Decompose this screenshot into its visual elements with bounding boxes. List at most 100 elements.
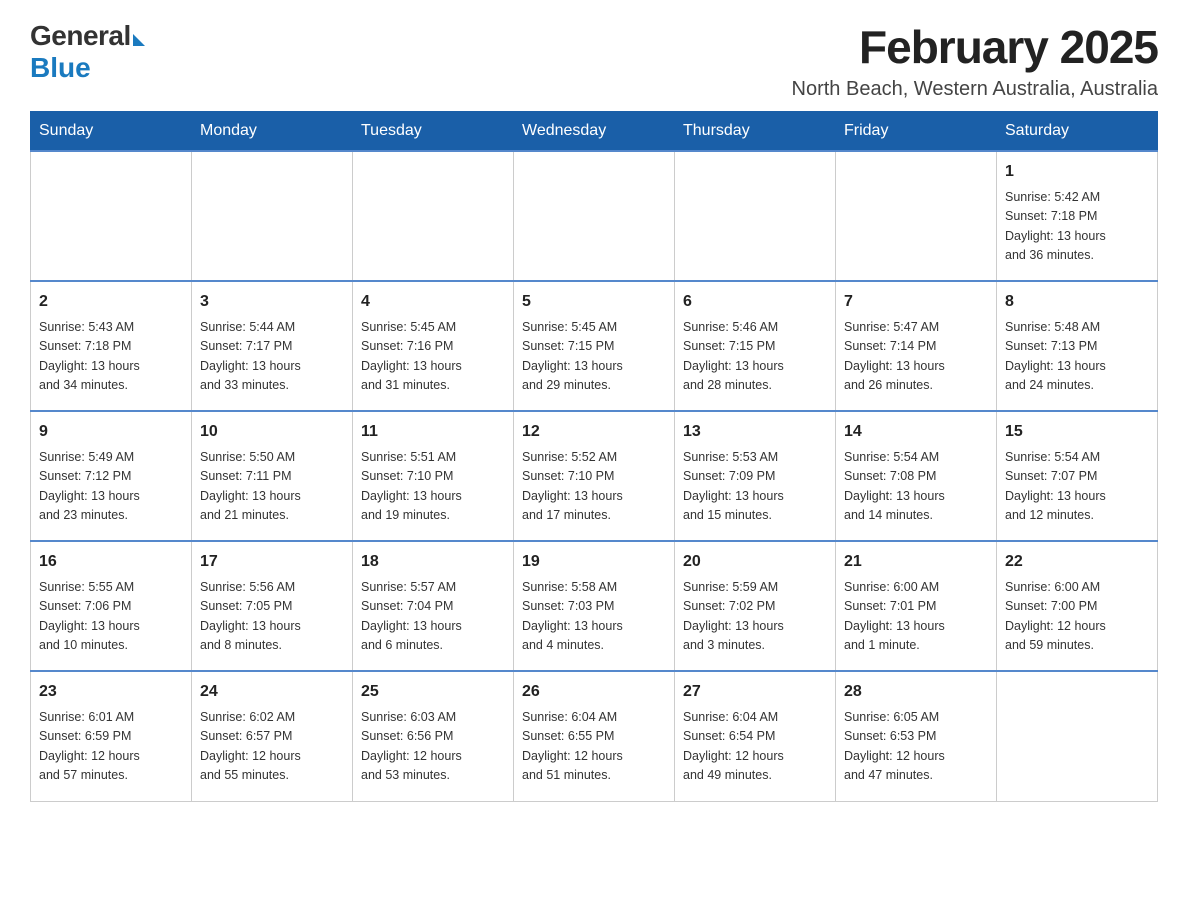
- day-info: Sunrise: 5:57 AM Sunset: 7:04 PM Dayligh…: [361, 578, 505, 656]
- day-number: 7: [844, 290, 988, 314]
- calendar-week-row: 1 Sunrise: 5:42 AM Sunset: 7:18 PM Daylig…: [31, 151, 1158, 281]
- day-number: 24: [200, 680, 344, 704]
- calendar-day-cell: 13 Sunrise: 5:53 AM Sunset: 7:09 PM Dayli…: [675, 411, 836, 541]
- calendar-day-cell: [997, 671, 1158, 801]
- day-info: Sunrise: 5:52 AM Sunset: 7:10 PM Dayligh…: [522, 448, 666, 526]
- day-number: 19: [522, 550, 666, 574]
- calendar-week-row: 9Sunrise: 5:49 AM Sunset: 7:12 PM Daylig…: [31, 411, 1158, 541]
- calendar-day-cell: 5 Sunrise: 5:45 AM Sunset: 7:15 PM Daylig…: [514, 281, 675, 411]
- calendar-week-row: 16 Sunrise: 5:55 AM Sunset: 7:06 PM Dayli…: [31, 541, 1158, 671]
- day-number: 1: [1005, 160, 1149, 184]
- calendar-day-cell: 9Sunrise: 5:49 AM Sunset: 7:12 PM Daylig…: [31, 411, 192, 541]
- calendar-day-cell: 28 Sunrise: 6:05 AM Sunset: 6:53 PM Dayli…: [836, 671, 997, 801]
- calendar-day-cell: 21 Sunrise: 6:00 AM Sunset: 7:01 PM Dayli…: [836, 541, 997, 671]
- day-info: Sunrise: 5:44 AM Sunset: 7:17 PM Dayligh…: [200, 318, 344, 396]
- day-number: 5: [522, 290, 666, 314]
- day-info: Sunrise: 6:04 AM Sunset: 6:55 PM Dayligh…: [522, 708, 666, 786]
- calendar-header-row: SundayMondayTuesdayWednesdayThursdayFrid…: [31, 112, 1158, 152]
- day-info: Sunrise: 5:48 AM Sunset: 7:13 PM Dayligh…: [1005, 318, 1149, 396]
- day-info: Sunrise: 6:00 AM Sunset: 7:01 PM Dayligh…: [844, 578, 988, 656]
- day-info: Sunrise: 5:51 AM Sunset: 7:10 PM Dayligh…: [361, 448, 505, 526]
- day-info: Sunrise: 5:43 AM Sunset: 7:18 PM Dayligh…: [39, 318, 183, 396]
- day-number: 15: [1005, 420, 1149, 444]
- logo-blue-text: Blue: [30, 52, 91, 84]
- day-number: 13: [683, 420, 827, 444]
- day-of-week-header: Sunday: [31, 112, 192, 152]
- calendar-day-cell: 6 Sunrise: 5:46 AM Sunset: 7:15 PM Daylig…: [675, 281, 836, 411]
- day-number: 22: [1005, 550, 1149, 574]
- day-number: 27: [683, 680, 827, 704]
- calendar-table: SundayMondayTuesdayWednesdayThursdayFrid…: [30, 111, 1158, 802]
- day-info: Sunrise: 5:54 AM Sunset: 7:07 PM Dayligh…: [1005, 448, 1149, 526]
- day-info: Sunrise: 6:00 AM Sunset: 7:00 PM Dayligh…: [1005, 578, 1149, 656]
- calendar-day-cell: 4Sunrise: 5:45 AM Sunset: 7:16 PM Daylig…: [353, 281, 514, 411]
- day-info: Sunrise: 5:54 AM Sunset: 7:08 PM Dayligh…: [844, 448, 988, 526]
- logo-general-text: General: [30, 20, 131, 52]
- calendar-day-cell: 24 Sunrise: 6:02 AM Sunset: 6:57 PM Dayli…: [192, 671, 353, 801]
- calendar-day-cell: 7 Sunrise: 5:47 AM Sunset: 7:14 PM Daylig…: [836, 281, 997, 411]
- day-info: Sunrise: 6:05 AM Sunset: 6:53 PM Dayligh…: [844, 708, 988, 786]
- day-number: 16: [39, 550, 183, 574]
- calendar-day-cell: 18 Sunrise: 5:57 AM Sunset: 7:04 PM Dayli…: [353, 541, 514, 671]
- day-number: 14: [844, 420, 988, 444]
- calendar-day-cell: [31, 151, 192, 281]
- calendar-day-cell: 11Sunrise: 5:51 AM Sunset: 7:10 PM Dayli…: [353, 411, 514, 541]
- calendar-day-cell: [675, 151, 836, 281]
- day-number: 26: [522, 680, 666, 704]
- day-of-week-header: Monday: [192, 112, 353, 152]
- calendar-day-cell: 14 Sunrise: 5:54 AM Sunset: 7:08 PM Dayli…: [836, 411, 997, 541]
- day-info: Sunrise: 5:45 AM Sunset: 7:16 PM Dayligh…: [361, 318, 505, 396]
- day-of-week-header: Tuesday: [353, 112, 514, 152]
- day-number: 6: [683, 290, 827, 314]
- calendar-day-cell: 2 Sunrise: 5:43 AM Sunset: 7:18 PM Daylig…: [31, 281, 192, 411]
- day-info: Sunrise: 5:42 AM Sunset: 7:18 PM Dayligh…: [1005, 188, 1149, 266]
- title-section: February 2025 North Beach, Western Austr…: [792, 20, 1158, 101]
- calendar-day-cell: 27 Sunrise: 6:04 AM Sunset: 6:54 PM Dayli…: [675, 671, 836, 801]
- calendar-title: February 2025: [792, 20, 1158, 74]
- calendar-day-cell: 23 Sunrise: 6:01 AM Sunset: 6:59 PM Dayli…: [31, 671, 192, 801]
- calendar-day-cell: [836, 151, 997, 281]
- day-of-week-header: Thursday: [675, 112, 836, 152]
- calendar-week-row: 2 Sunrise: 5:43 AM Sunset: 7:18 PM Daylig…: [31, 281, 1158, 411]
- day-of-week-header: Friday: [836, 112, 997, 152]
- day-info: Sunrise: 5:49 AM Sunset: 7:12 PM Dayligh…: [39, 448, 183, 526]
- day-info: Sunrise: 6:03 AM Sunset: 6:56 PM Dayligh…: [361, 708, 505, 786]
- calendar-day-cell: 10 Sunrise: 5:50 AM Sunset: 7:11 PM Dayli…: [192, 411, 353, 541]
- day-number: 10: [200, 420, 344, 444]
- day-number: 12: [522, 420, 666, 444]
- day-number: 18: [361, 550, 505, 574]
- day-info: Sunrise: 5:55 AM Sunset: 7:06 PM Dayligh…: [39, 578, 183, 656]
- day-info: Sunrise: 6:01 AM Sunset: 6:59 PM Dayligh…: [39, 708, 183, 786]
- day-info: Sunrise: 6:02 AM Sunset: 6:57 PM Dayligh…: [200, 708, 344, 786]
- calendar-day-cell: 12 Sunrise: 5:52 AM Sunset: 7:10 PM Dayli…: [514, 411, 675, 541]
- day-info: Sunrise: 5:46 AM Sunset: 7:15 PM Dayligh…: [683, 318, 827, 396]
- calendar-day-cell: 20Sunrise: 5:59 AM Sunset: 7:02 PM Dayli…: [675, 541, 836, 671]
- day-of-week-header: Saturday: [997, 112, 1158, 152]
- calendar-day-cell: 22 Sunrise: 6:00 AM Sunset: 7:00 PM Dayli…: [997, 541, 1158, 671]
- calendar-week-row: 23 Sunrise: 6:01 AM Sunset: 6:59 PM Dayli…: [31, 671, 1158, 801]
- day-of-week-header: Wednesday: [514, 112, 675, 152]
- day-number: 21: [844, 550, 988, 574]
- page-header: General Blue February 2025 North Beach, …: [30, 20, 1158, 101]
- logo-arrow-icon: [133, 34, 145, 46]
- calendar-day-cell: 26 Sunrise: 6:04 AM Sunset: 6:55 PM Dayli…: [514, 671, 675, 801]
- calendar-day-cell: 19 Sunrise: 5:58 AM Sunset: 7:03 PM Dayli…: [514, 541, 675, 671]
- day-number: 23: [39, 680, 183, 704]
- calendar-day-cell: [514, 151, 675, 281]
- day-info: Sunrise: 5:50 AM Sunset: 7:11 PM Dayligh…: [200, 448, 344, 526]
- day-info: Sunrise: 5:53 AM Sunset: 7:09 PM Dayligh…: [683, 448, 827, 526]
- calendar-day-cell: [192, 151, 353, 281]
- day-number: 25: [361, 680, 505, 704]
- calendar-day-cell: 1 Sunrise: 5:42 AM Sunset: 7:18 PM Daylig…: [997, 151, 1158, 281]
- day-info: Sunrise: 5:47 AM Sunset: 7:14 PM Dayligh…: [844, 318, 988, 396]
- day-info: Sunrise: 6:04 AM Sunset: 6:54 PM Dayligh…: [683, 708, 827, 786]
- calendar-day-cell: [353, 151, 514, 281]
- day-number: 28: [844, 680, 988, 704]
- day-info: Sunrise: 5:45 AM Sunset: 7:15 PM Dayligh…: [522, 318, 666, 396]
- calendar-subtitle: North Beach, Western Australia, Australi…: [792, 78, 1158, 101]
- day-info: Sunrise: 5:58 AM Sunset: 7:03 PM Dayligh…: [522, 578, 666, 656]
- day-number: 3: [200, 290, 344, 314]
- day-number: 2: [39, 290, 183, 314]
- calendar-day-cell: 16 Sunrise: 5:55 AM Sunset: 7:06 PM Dayli…: [31, 541, 192, 671]
- day-number: 8: [1005, 290, 1149, 314]
